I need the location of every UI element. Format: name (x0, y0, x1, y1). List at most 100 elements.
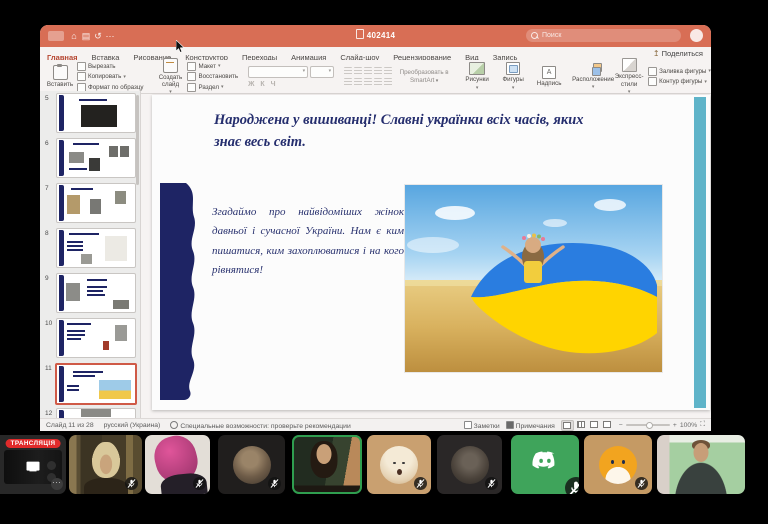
copy-button[interactable]: Копировать (77, 72, 143, 81)
arrange-group: Расположение Экспресс-стили Заливка фигу… (573, 60, 711, 93)
slide-thumbnail-image[interactable] (56, 93, 136, 133)
zoom-slider[interactable] (626, 424, 670, 426)
copy-icon (77, 72, 86, 81)
justify-icon[interactable] (374, 78, 382, 86)
layout-button[interactable]: Макет (187, 62, 238, 71)
slide-thumbnail-image[interactable] (55, 363, 137, 405)
pictures-button[interactable]: Рисунки (460, 62, 494, 90)
search-input[interactable]: Поиск (526, 29, 681, 42)
shapes-button[interactable]: Фигуры (496, 62, 530, 90)
microphone-muted-icon (635, 477, 648, 490)
font-format-buttons[interactable]: Ж К Ч (248, 81, 334, 88)
shape-fill-icon (648, 67, 657, 76)
slide-thumbnail-image[interactable] (56, 138, 136, 178)
microphone-muted-icon (193, 477, 206, 490)
new-slide-button[interactable]: Создать слайд (153, 58, 187, 95)
participant-tile-3[interactable] (145, 435, 210, 494)
slide-title[interactable]: Народжена у вишиванці! Славні українки в… (214, 110, 586, 154)
align-left-icon[interactable] (344, 78, 352, 86)
reset-icon (187, 72, 196, 81)
microphone-muted-icon (125, 477, 138, 490)
participant-tile-4[interactable] (218, 435, 285, 494)
pictures-icon (469, 62, 485, 75)
slide-photo-girl-with-flag[interactable] (405, 185, 662, 372)
arrange-button[interactable]: Расположение (576, 63, 610, 90)
indent-decrease-icon[interactable] (364, 67, 372, 75)
smartart-group: Преобразовать в SmartArt (395, 60, 453, 93)
shape-outline-button[interactable]: Контур фигуры (648, 77, 711, 86)
line-spacing-icon[interactable] (384, 67, 392, 75)
slide-thumbnail-image[interactable] (56, 228, 136, 268)
align-center-icon[interactable] (354, 78, 362, 86)
font-size-select[interactable] (310, 66, 334, 78)
participant-tile-8[interactable] (511, 435, 579, 494)
participant-tile-1-broadcast[interactable]: ТРАНСЛЯЦІЯ··· (0, 435, 66, 494)
insert-group: Рисунки Фигуры А Надпись (457, 60, 569, 93)
notes-icon (464, 421, 472, 429)
accessibility-check[interactable]: Специальные возможности: проверьте реком… (170, 421, 350, 430)
share-icon: ↥ (653, 47, 660, 60)
status-bar: Слайд 11 из 28 русский (Украина) Специал… (40, 418, 711, 431)
numbering-icon[interactable] (354, 67, 362, 75)
slide-thumbnail-image[interactable] (56, 318, 136, 358)
bullets-icon[interactable] (344, 67, 352, 75)
slide-thumbnail-image[interactable] (56, 183, 136, 223)
reading-view-button[interactable] (589, 420, 600, 429)
participant-tile-10[interactable] (657, 435, 745, 494)
microphone-muted-icon (414, 477, 427, 490)
columns-icon[interactable] (384, 78, 392, 86)
slide-number: 12 (45, 410, 52, 417)
slide-thumbnail-image[interactable] (56, 273, 136, 313)
align-right-icon[interactable] (364, 78, 372, 86)
zoom-level[interactable]: 100% (680, 422, 697, 429)
tile-more-options-button[interactable]: ··· (51, 478, 63, 490)
mouse-cursor (176, 40, 185, 58)
comments-icon (506, 421, 514, 429)
shape-fill-button[interactable]: Заливка фигуры (648, 67, 711, 76)
normal-view-button[interactable] (561, 420, 574, 431)
shapes-icon (506, 62, 520, 75)
slide-teal-accent-bar (694, 97, 706, 408)
slide-thumbnail-image[interactable] (56, 408, 136, 418)
quick-styles-button[interactable]: Экспресс-стили (612, 58, 646, 94)
textbox-button[interactable]: А Надпись (532, 66, 566, 87)
zoom-out-button[interactable]: − (619, 422, 623, 429)
quick-styles-icon (622, 58, 637, 72)
participant-tile-9[interactable] (584, 435, 652, 494)
participant-avatar (233, 446, 271, 484)
paragraph-group (341, 60, 395, 93)
language-indicator[interactable]: русский (Украина) (104, 422, 161, 429)
slide-counter: Слайд 11 из 28 (46, 422, 94, 429)
participant-tile-6[interactable] (367, 435, 431, 494)
slide-number: 8 (45, 230, 49, 237)
zoom-in-button[interactable]: + (673, 422, 677, 429)
cut-button[interactable]: Вырезать (77, 62, 143, 71)
fit-to-window-button[interactable]: ⛶ (700, 421, 705, 429)
slide-sorter-view-button[interactable] (576, 420, 587, 429)
indent-increase-icon[interactable] (374, 67, 382, 75)
participant-tile-7[interactable] (437, 435, 502, 494)
slide-number: 5 (45, 95, 49, 102)
slide-body-text[interactable]: Згадаймо про найвідоміших жінок давньої … (212, 203, 404, 280)
section-button[interactable]: Раздел (187, 83, 238, 92)
panel-scrollbar[interactable] (136, 95, 139, 185)
microphone-muted-icon (268, 477, 281, 490)
textbox-icon: А (542, 66, 556, 79)
share-button[interactable]: ↥Поделиться (653, 47, 703, 60)
font-name-select[interactable] (248, 66, 308, 78)
comments-toggle[interactable]: Примечания (506, 421, 555, 430)
slide-navy-wave-band (160, 183, 200, 400)
reset-button[interactable]: Восстановить (187, 72, 238, 81)
convert-smartart-button[interactable]: Преобразовать в SmartArt (398, 69, 450, 84)
participant-tile-5[interactable] (292, 435, 362, 494)
account-avatar[interactable] (690, 29, 703, 42)
cut-icon (77, 62, 86, 71)
notes-toggle[interactable]: Заметки (464, 421, 500, 430)
zoom-slider-knob[interactable] (646, 422, 653, 429)
title-bar: ⌂ ▤ ↺ ⋯ 402414 Поиск (40, 25, 711, 47)
microphone-muted-icon (562, 477, 575, 490)
paste-button[interactable]: Вставить (43, 65, 77, 88)
slideshow-button[interactable] (602, 420, 613, 429)
participant-tile-2[interactable] (69, 435, 142, 494)
slides-group: Создать слайд Макет Восстановить Раздел (150, 60, 241, 93)
